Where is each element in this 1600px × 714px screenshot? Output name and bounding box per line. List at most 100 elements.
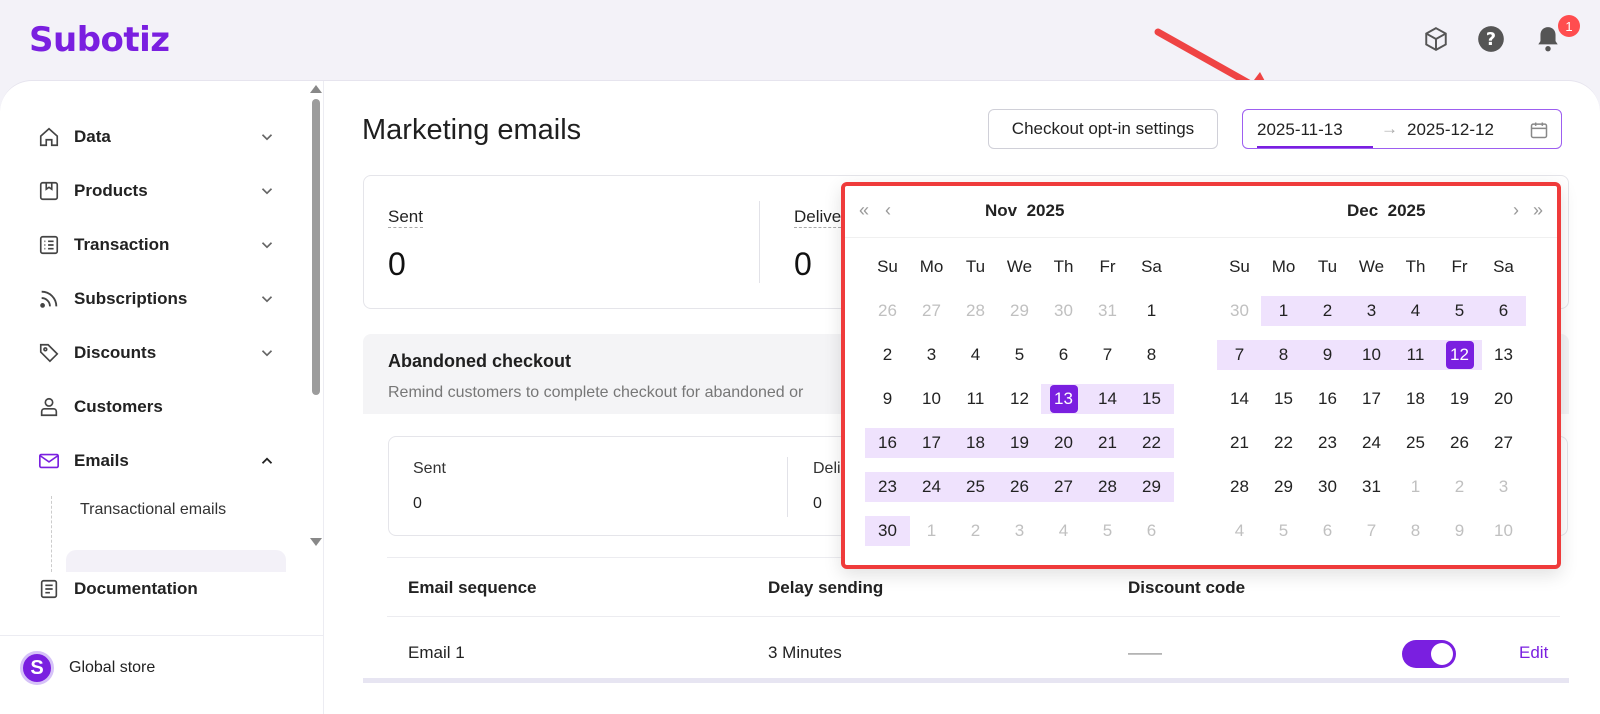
help-icon[interactable]: ? <box>1475 22 1507 56</box>
calendar-day[interactable]: 15 <box>1261 384 1306 414</box>
calendar-day[interactable]: 13 <box>1481 340 1526 370</box>
calendar-day[interactable]: 9 <box>865 384 910 414</box>
calendar-day[interactable]: 30 <box>1305 472 1350 502</box>
sidebar-item-documentation[interactable]: Documentation <box>36 571 276 607</box>
sidebar-item-transaction[interactable]: Transaction <box>36 227 276 263</box>
calendar-day[interactable]: 18 <box>953 428 998 458</box>
calendar-day[interactable]: 4 <box>1217 516 1262 546</box>
calendar-day[interactable]: 31 <box>1085 296 1130 326</box>
calendar-day[interactable]: 26 <box>997 472 1042 502</box>
calendar-day[interactable]: 7 <box>1349 516 1394 546</box>
calendar-day[interactable]: 23 <box>1305 428 1350 458</box>
calendar-day[interactable]: 24 <box>1349 428 1394 458</box>
calendar-day[interactable]: 3 <box>1481 472 1526 502</box>
calendar-day[interactable]: 28 <box>953 296 998 326</box>
calendar-day[interactable]: 6 <box>1041 340 1086 370</box>
calendar-day[interactable]: 29 <box>997 296 1042 326</box>
calendar-day[interactable]: 8 <box>1393 516 1438 546</box>
calendar-day[interactable]: 5 <box>1437 296 1482 326</box>
start-date-input[interactable]: 2025-11-13 <box>1257 120 1343 140</box>
prev-year-icon[interactable]: « <box>859 200 869 221</box>
calendar-day[interactable]: 21 <box>1217 428 1262 458</box>
calendar-day[interactable]: 25 <box>953 472 998 502</box>
calendar-day[interactable]: 10 <box>909 384 954 414</box>
cube-icon[interactable] <box>1420 22 1452 56</box>
calendar-day[interactable]: 29 <box>1129 472 1174 502</box>
calendar-day[interactable]: 4 <box>1393 296 1438 326</box>
prev-month-icon[interactable]: ‹ <box>885 200 891 221</box>
calendar-day[interactable]: 2 <box>1437 472 1482 502</box>
calendar-icon[interactable] <box>1529 120 1549 140</box>
calendar-day[interactable]: 29 <box>1261 472 1306 502</box>
calendar-day[interactable]: 7 <box>1217 340 1262 370</box>
calendar-day[interactable]: 21 <box>1085 428 1130 458</box>
calendar-day[interactable]: 17 <box>909 428 954 458</box>
calendar-day[interactable]: 14 <box>1217 384 1262 414</box>
left-month-title[interactable]: Nov 2025 <box>985 201 1064 221</box>
calendar-day[interactable]: 17 <box>1349 384 1394 414</box>
next-year-icon[interactable]: » <box>1533 200 1543 221</box>
calendar-day[interactable]: 11 <box>1393 340 1438 370</box>
next-month-icon[interactable]: › <box>1513 200 1519 221</box>
calendar-day[interactable]: 30 <box>1041 296 1086 326</box>
calendar-day[interactable]: 31 <box>1349 472 1394 502</box>
calendar-day[interactable]: 1 <box>909 516 954 546</box>
left-month[interactable]: Nov <box>985 201 1017 220</box>
calendar-day[interactable]: 18 <box>1393 384 1438 414</box>
calendar-day[interactable]: 9 <box>1437 516 1482 546</box>
calendar-day[interactable]: 13 <box>1041 384 1086 414</box>
calendar-day[interactable]: 27 <box>1041 472 1086 502</box>
calendar-day[interactable]: 8 <box>1261 340 1306 370</box>
scroll-up-icon[interactable] <box>310 85 322 93</box>
calendar-day[interactable]: 11 <box>953 384 998 414</box>
calendar-day[interactable]: 30 <box>1217 296 1262 326</box>
calendar-day[interactable]: 4 <box>953 340 998 370</box>
calendar-day[interactable]: 12 <box>997 384 1042 414</box>
sidebar-item-customers[interactable]: Customers <box>36 389 276 425</box>
sidebar-item-subscriptions[interactable]: Subscriptions <box>36 281 276 317</box>
calendar-day[interactable]: 2 <box>1305 296 1350 326</box>
email-enabled-toggle[interactable] <box>1402 640 1456 668</box>
calendar-day[interactable]: 19 <box>1437 384 1482 414</box>
right-year[interactable]: 2025 <box>1388 201 1426 220</box>
calendar-day[interactable]: 30 <box>865 516 910 546</box>
sidebar-subitem-transactional-emails[interactable]: Transactional emails <box>80 501 226 519</box>
calendar-day[interactable]: 5 <box>997 340 1042 370</box>
calendar-day[interactable]: 6 <box>1305 516 1350 546</box>
calendar-day[interactable]: 22 <box>1261 428 1306 458</box>
calendar-day[interactable]: 5 <box>1261 516 1306 546</box>
calendar-day[interactable]: 14 <box>1085 384 1130 414</box>
calendar-day[interactable]: 3 <box>997 516 1042 546</box>
sidebar-item-emails[interactable]: Emails <box>36 443 276 479</box>
calendar-day[interactable]: 6 <box>1129 516 1174 546</box>
calendar-day[interactable]: 27 <box>909 296 954 326</box>
calendar-day[interactable]: 1 <box>1129 296 1174 326</box>
sidebar-scrollbar[interactable] <box>312 99 320 395</box>
calendar-day[interactable]: 7 <box>1085 340 1130 370</box>
calendar-day[interactable]: 22 <box>1129 428 1174 458</box>
calendar-day[interactable]: 25 <box>1393 428 1438 458</box>
end-date-input[interactable]: 2025-12-12 <box>1407 120 1494 140</box>
calendar-day[interactable]: 20 <box>1041 428 1086 458</box>
calendar-day[interactable]: 23 <box>865 472 910 502</box>
calendar-day[interactable]: 16 <box>1305 384 1350 414</box>
calendar-day[interactable]: 28 <box>1085 472 1130 502</box>
calendar-day[interactable]: 28 <box>1217 472 1262 502</box>
checkout-optin-settings-button[interactable]: Checkout opt-in settings <box>988 109 1218 149</box>
sidebar-subitem-selected[interactable] <box>66 550 286 572</box>
calendar-day[interactable]: 19 <box>997 428 1042 458</box>
sidebar-item-data[interactable]: Data <box>36 119 276 155</box>
calendar-day[interactable]: 24 <box>909 472 954 502</box>
calendar-day[interactable]: 10 <box>1349 340 1394 370</box>
calendar-day[interactable]: 27 <box>1481 428 1526 458</box>
calendar-day[interactable]: 16 <box>865 428 910 458</box>
calendar-day[interactable]: 3 <box>909 340 954 370</box>
right-month-title[interactable]: Dec 2025 <box>1347 201 1425 221</box>
calendar-day[interactable]: 1 <box>1393 472 1438 502</box>
left-year[interactable]: 2025 <box>1027 201 1065 220</box>
calendar-day[interactable]: 26 <box>1437 428 1482 458</box>
sidebar-item-discounts[interactable]: Discounts <box>36 335 276 371</box>
calendar-day[interactable]: 4 <box>1041 516 1086 546</box>
calendar-day[interactable]: 2 <box>953 516 998 546</box>
calendar-day[interactable]: 5 <box>1085 516 1130 546</box>
